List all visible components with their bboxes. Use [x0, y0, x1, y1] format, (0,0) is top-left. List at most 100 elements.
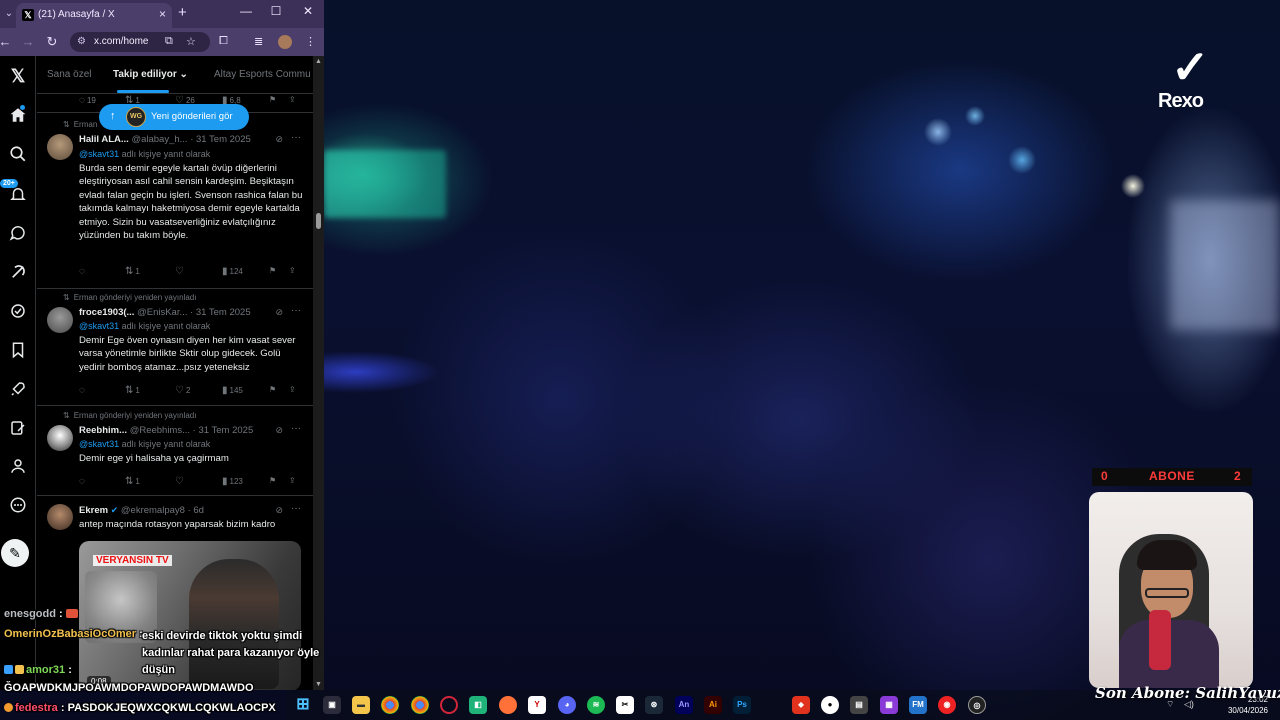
opera-icon[interactable] [440, 696, 458, 714]
cast-icon[interactable]: ⧉ [165, 35, 173, 48]
share-icon[interactable]: ⇪ [289, 266, 296, 275]
fm-app-icon[interactable]: FM [909, 696, 927, 714]
chrome-icon[interactable] [381, 696, 399, 714]
grok-icon[interactable]: ⊘ [275, 307, 283, 318]
firefox-icon[interactable] [499, 696, 517, 714]
reading-list-icon[interactable]: ≣ [254, 35, 263, 48]
discord-icon[interactable]: ◕ [558, 696, 576, 714]
share-icon[interactable]: ⇪ [289, 95, 296, 104]
author-handle[interactable]: @ekremalpay8 [121, 505, 185, 516]
chrome-alt-icon[interactable] [411, 696, 429, 714]
scrollbar-thumb[interactable] [316, 213, 321, 229]
more-options-icon[interactable]: ··· [291, 503, 301, 514]
green-app-icon[interactable]: ◧ [469, 696, 487, 714]
reply-mention[interactable]: @skavt31 [79, 149, 119, 159]
adobe-photoshop-icon[interactable]: Ps [733, 696, 751, 714]
adobe-animate-icon[interactable]: An [675, 696, 693, 714]
grok-icon[interactable] [5, 260, 31, 284]
new-tab-button[interactable]: + [178, 4, 187, 21]
author-handle[interactable]: @alabay_h... [131, 134, 187, 145]
spotify-icon[interactable]: ≋ [587, 696, 605, 714]
author-name[interactable]: Reebhim... [79, 425, 127, 436]
avatar[interactable] [47, 307, 73, 333]
reply-button[interactable]: ◌ [79, 476, 87, 487]
adobe-illustrator-icon[interactable]: Ai [704, 696, 722, 714]
x-logo-icon[interactable]: 𝕏 [5, 64, 31, 88]
explore-icon[interactable] [5, 142, 31, 166]
home-icon[interactable] [5, 103, 31, 127]
views-button[interactable]: ▮ 145 [222, 385, 243, 396]
reply-mention[interactable]: @skavt31 [79, 439, 119, 449]
bookmark-icon[interactable]: ⚑ [269, 95, 276, 104]
share-icon[interactable]: ⇪ [289, 476, 296, 485]
scroll-up-arrow-icon[interactable]: ▲ [315, 58, 322, 65]
avatar[interactable] [47, 134, 73, 160]
tab-community[interactable]: Altay Esports Commu [214, 69, 311, 80]
scroll-down-arrow-icon[interactable]: ▼ [315, 681, 322, 688]
football-app-icon[interactable]: ● [821, 696, 839, 714]
post-time[interactable]: 31 Tem 2025 [196, 134, 251, 145]
folder-icon[interactable]: ▬ [352, 696, 370, 714]
views-button[interactable]: ▮ 124 [222, 266, 243, 277]
bookmark-icon[interactable]: ⚑ [269, 266, 276, 275]
author-name[interactable]: froce1903(... [79, 307, 134, 318]
tab-close-icon[interactable]: × [159, 7, 166, 21]
minimize-button[interactable]: — [236, 4, 256, 18]
reload-icon[interactable]: ↻ [44, 34, 60, 50]
profile-avatar[interactable] [278, 35, 292, 49]
views-button[interactable]: ▮ 123 [222, 476, 243, 487]
like-button[interactable]: ♡ [175, 476, 186, 487]
author-name[interactable]: Halil ALA... [79, 134, 129, 145]
address-bar[interactable]: ⚙ x.com/home ⧉ ☆ [70, 32, 210, 52]
post-time[interactable]: 31 Tem 2025 [196, 307, 251, 318]
video-editor-icon[interactable]: ▤ [850, 696, 868, 714]
obs-icon[interactable]: ◎ [968, 696, 986, 714]
maximize-button[interactable]: ☐ [266, 4, 286, 18]
repost-button[interactable]: ⇅ 1 [125, 266, 140, 277]
repost-button[interactable]: ⇅ 1 [125, 476, 140, 487]
close-window-button[interactable]: ✕ [298, 4, 318, 18]
acrobat-icon[interactable]: ⬥ [792, 696, 810, 714]
author-handle[interactable]: @EnisKar... [137, 307, 187, 318]
new-posts-button[interactable]: ↑ WG Yeni gönderileri gör [99, 104, 249, 130]
back-icon[interactable]: ← [0, 34, 13, 49]
y-app-icon[interactable]: Y [528, 696, 546, 714]
reply-mention[interactable]: @skavt31 [79, 321, 119, 331]
like-button[interactable]: ♡ 2 [175, 385, 190, 396]
bookmark-star-icon[interactable]: ☆ [186, 35, 196, 48]
articles-icon[interactable] [5, 416, 31, 440]
reply-button[interactable]: ◌ [79, 385, 87, 396]
author-name[interactable]: Ekrem [79, 505, 108, 516]
grok-icon[interactable]: ⊘ [275, 425, 283, 436]
tab-following[interactable]: Takip ediliyor ⌄ [113, 69, 188, 80]
bookmarks-icon[interactable] [5, 338, 31, 362]
menu-dots-icon[interactable]: ⋮ [305, 35, 316, 48]
reply-button[interactable]: ◌ 19 [79, 95, 96, 106]
forward-icon[interactable]: → [20, 34, 36, 49]
extensions-icon[interactable]: ⧠ [219, 35, 228, 48]
scrollbar[interactable]: ▲ ▼ [313, 56, 324, 690]
avatar[interactable] [47, 425, 73, 451]
profile-icon[interactable] [5, 454, 31, 478]
grok-icon[interactable]: ⊘ [275, 505, 283, 516]
site-info-icon[interactable]: ⚙ [77, 36, 86, 47]
like-button[interactable]: ♡ [175, 266, 186, 277]
author-handle[interactable]: @Reebhims... [130, 425, 190, 436]
reply-button[interactable]: ◌ [79, 266, 87, 277]
bookmark-icon[interactable]: ⚑ [269, 385, 276, 394]
browser-tab[interactable]: 𝕏 (21) Anasayfa / X × [16, 3, 172, 28]
red-app-icon[interactable]: ◉ [938, 696, 956, 714]
avatar[interactable] [47, 504, 73, 530]
messages-icon[interactable] [5, 221, 31, 245]
post-time[interactable]: 6d [193, 505, 204, 516]
jobs-rocket-icon[interactable] [5, 377, 31, 401]
capcut-icon[interactable]: ✂ [616, 696, 634, 714]
file-explorer-icon[interactable]: ▣ [323, 696, 341, 714]
compose-post-icon[interactable]: ✎ [1, 539, 29, 567]
bookmark-icon[interactable]: ⚑ [269, 476, 276, 485]
more-options-icon[interactable]: ··· [291, 423, 301, 434]
more-options-icon[interactable]: ··· [291, 132, 301, 143]
tab-for-you[interactable]: Sana özel [47, 69, 91, 80]
more-options-icon[interactable]: ··· [291, 305, 301, 316]
repost-button[interactable]: ⇅ 1 [125, 385, 140, 396]
